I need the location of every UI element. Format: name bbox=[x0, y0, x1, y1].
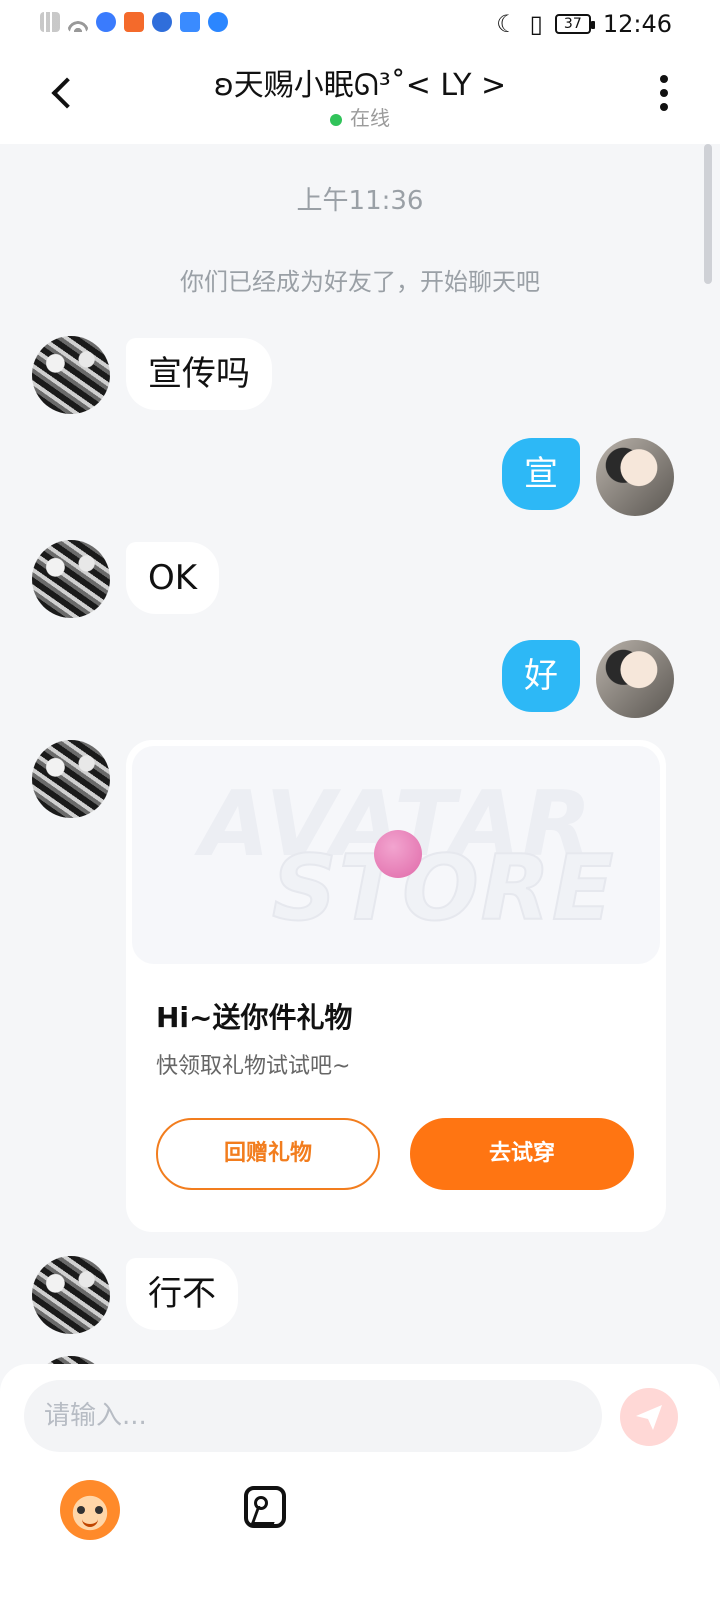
chat-title: ʚ天赐小眠ᘏ³˚< LY > bbox=[213, 68, 507, 103]
message-time: 上午11:36 bbox=[296, 186, 424, 216]
message-input[interactable] bbox=[24, 1380, 602, 1452]
send-icon bbox=[636, 1405, 662, 1430]
send-button[interactable] bbox=[620, 1388, 678, 1446]
online-status: 在线 bbox=[0, 102, 720, 131]
app-icon bbox=[208, 12, 228, 32]
app-icon bbox=[152, 12, 172, 32]
dot bbox=[660, 75, 668, 83]
avatar[interactable] bbox=[596, 640, 674, 718]
image-word: STORE bbox=[271, 835, 616, 942]
wifi-icon bbox=[68, 12, 88, 32]
message-bubble[interactable]: 好 bbox=[502, 640, 580, 712]
gift-subtitle: 快领取礼物试试吧~ bbox=[156, 1054, 351, 1079]
message-bubble[interactable]: 宣传吗 bbox=[126, 338, 272, 410]
chat-area: 上午11:36 你们已经成为好友了，开始聊天吧 宣传吗 宣 OK 好 AVATA… bbox=[0, 144, 720, 1394]
loading-ball-icon bbox=[374, 830, 422, 878]
gift-image: AVATAR STORE bbox=[132, 746, 660, 964]
message-bubble[interactable]: 宣 bbox=[502, 438, 580, 510]
system-notice: 你们已经成为好友了，开始聊天吧 bbox=[180, 268, 540, 296]
online-dot bbox=[330, 113, 342, 126]
app-icon bbox=[124, 12, 144, 32]
status-left-icons bbox=[40, 12, 228, 32]
avatar[interactable] bbox=[32, 540, 110, 618]
gift-title: Hi~送你件礼物 bbox=[156, 1001, 353, 1034]
avatar[interactable] bbox=[32, 336, 110, 414]
avatar[interactable] bbox=[32, 740, 110, 818]
more-button[interactable] bbox=[652, 72, 676, 112]
chat-header: ʚ天赐小眠ᘏ³˚< LY > 在线 bbox=[0, 48, 720, 144]
dot bbox=[660, 103, 668, 111]
message-bubble[interactable]: OK bbox=[126, 542, 220, 614]
return-gift-button[interactable]: 回赠礼物 bbox=[156, 1118, 380, 1190]
app-icon bbox=[180, 12, 200, 32]
app-icon bbox=[96, 12, 116, 32]
signal-off-icon bbox=[40, 12, 60, 32]
battery-level: 37 bbox=[563, 16, 582, 32]
avatar[interactable] bbox=[32, 1256, 110, 1334]
message-bubble[interactable]: 行不 bbox=[126, 1258, 238, 1330]
image-icon[interactable] bbox=[244, 1486, 286, 1528]
status-right-icons: ☾ ▯ 37 12:46 bbox=[496, 10, 672, 38]
clock: 12:46 bbox=[602, 10, 672, 38]
message-composer bbox=[0, 1364, 720, 1600]
vibrate-icon: ▯ bbox=[529, 10, 543, 38]
do-not-disturb-icon: ☾ bbox=[496, 10, 518, 38]
avatar[interactable] bbox=[596, 438, 674, 516]
battery-icon: 37 bbox=[554, 14, 595, 34]
status-bar: ☾ ▯ 37 12:46 bbox=[0, 0, 720, 48]
online-label: 在线 bbox=[350, 106, 390, 130]
monkey-face-icon[interactable] bbox=[60, 1480, 120, 1540]
gift-card[interactable]: AVATAR STORE Hi~送你件礼物 快领取礼物试试吧~ 回赠礼物 去试穿 bbox=[126, 740, 666, 1232]
dot bbox=[660, 89, 668, 97]
try-on-button[interactable]: 去试穿 bbox=[410, 1118, 634, 1190]
